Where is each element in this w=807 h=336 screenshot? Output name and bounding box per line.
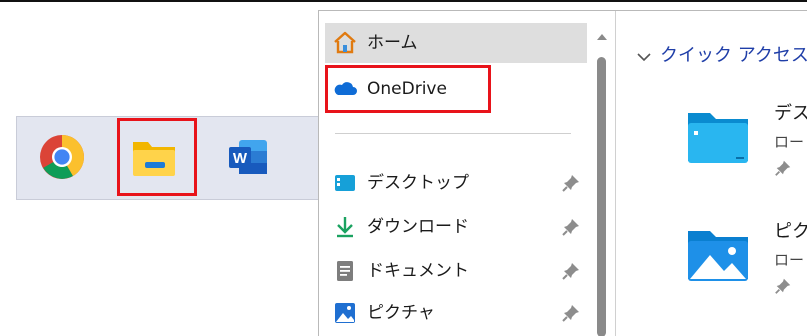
- nav-item-documents[interactable]: ドキュメント: [325, 251, 587, 291]
- quick-access-item-location: ロー: [774, 133, 805, 151]
- quick-access-item-pictures[interactable]: ピク ロー: [686, 221, 807, 317]
- word-icon[interactable]: W: [225, 134, 271, 180]
- quick-access-item-name: ピク: [774, 221, 807, 242]
- nav-divider: [335, 133, 571, 134]
- pin-icon[interactable]: [561, 173, 581, 193]
- window-top-border: [0, 0, 807, 2]
- chevron-down-icon[interactable]: [636, 49, 652, 65]
- pictures-folder-icon: [686, 221, 752, 287]
- home-icon: [333, 31, 357, 55]
- onedrive-highlight-box: [325, 65, 491, 113]
- pin-icon[interactable]: [561, 217, 581, 237]
- desktop-folder-icon: [686, 103, 752, 169]
- nav-item-label: デスクトップ: [367, 173, 469, 193]
- quick-access-item-desktop[interactable]: デス ロー: [686, 103, 807, 199]
- nav-item-home[interactable]: ホーム: [325, 23, 587, 63]
- pin-icon[interactable]: [561, 303, 581, 323]
- navigation-pane: ホーム OneDrive デスクトップ ダウンロード ドキュメント ピクチャ: [319, 11, 597, 336]
- nav-item-label: ピクチャ: [367, 303, 435, 323]
- nav-item-downloads[interactable]: ダウンロード: [325, 207, 587, 247]
- quick-access-item-location: ロー: [774, 251, 805, 269]
- scrollbar-thumb[interactable]: [597, 57, 606, 336]
- file-explorer-highlight-box: [117, 118, 197, 196]
- nav-scrollbar[interactable]: [593, 29, 611, 336]
- nav-item-desktop[interactable]: デスクトップ: [325, 163, 587, 203]
- section-title: クイック アクセス: [660, 45, 807, 66]
- desktop-folder-icon: [333, 171, 357, 195]
- svg-text:W: W: [233, 150, 248, 167]
- nav-item-pictures[interactable]: ピクチャ: [325, 293, 587, 333]
- scroll-up-arrow-icon[interactable]: [595, 29, 609, 43]
- nav-item-label: ダウンロード: [367, 217, 469, 237]
- document-icon: [333, 259, 357, 283]
- chrome-icon[interactable]: [39, 134, 85, 180]
- pin-icon[interactable]: [561, 261, 581, 281]
- nav-item-label: ホーム: [367, 33, 418, 53]
- content-pane: クイック アクセス デス ロー ピク ロー: [616, 11, 807, 336]
- pictures-icon: [333, 301, 357, 325]
- pin-icon: [774, 277, 792, 295]
- download-arrow-icon: [333, 215, 357, 239]
- pin-icon: [774, 159, 792, 177]
- taskbar: W: [16, 116, 326, 200]
- quick-access-item-name: デス: [774, 103, 807, 124]
- nav-item-label: ドキュメント: [367, 261, 469, 281]
- file-explorer-window: ホーム OneDrive デスクトップ ダウンロード ドキュメント ピクチャ ク…: [318, 10, 807, 336]
